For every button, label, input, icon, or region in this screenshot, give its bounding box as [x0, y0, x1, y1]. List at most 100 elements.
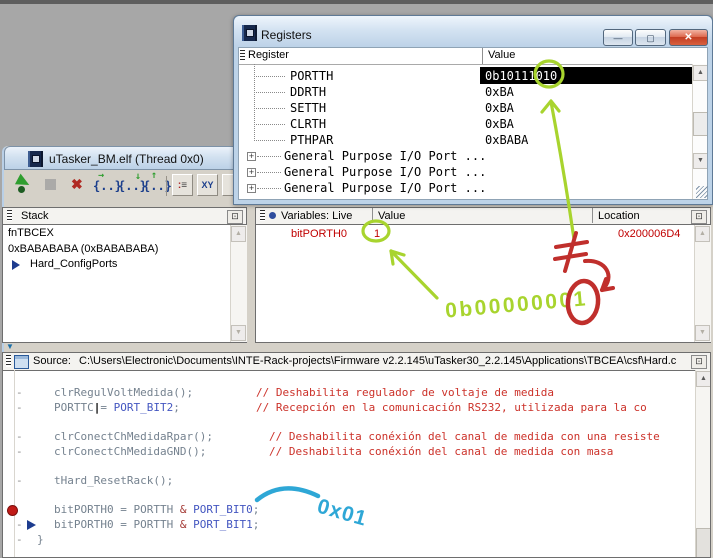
restore-button[interactable]: ▢	[635, 29, 666, 46]
column-divider[interactable]	[372, 208, 373, 223]
code-line-current[interactable]: bitPORTH0 = PORTTH & PORT_BIT1;	[54, 518, 259, 531]
expand-icon[interactable]: +	[247, 184, 256, 193]
step-out-arrow: ↑	[151, 170, 158, 181]
registers-header-grip-icon[interactable]	[240, 50, 245, 62]
tree-line	[254, 124, 285, 125]
resize-grip-icon[interactable]	[696, 186, 708, 198]
registers-column-header[interactable]: Register Value	[239, 48, 707, 65]
go-icon-bug	[18, 186, 25, 193]
location-column-header[interactable]: Location	[598, 210, 640, 222]
scroll-up-icon[interactable]: ▲	[693, 65, 707, 81]
code-text: clrConectChMedidaGND();	[54, 445, 207, 458]
scroll-down-icon[interactable]: ▼	[231, 325, 246, 341]
scrollbar-thumb[interactable]	[693, 112, 707, 136]
register-value[interactable]: 0xBABA	[485, 133, 528, 147]
register-name[interactable]: SETTH	[290, 101, 326, 115]
xy-view-button[interactable]: XY	[197, 174, 218, 196]
selected-register-value[interactable]: 0b10111010	[480, 67, 696, 84]
fold-marker[interactable]: -	[16, 430, 23, 443]
register-group-name[interactable]: General Purpose I/O Port ...	[284, 165, 486, 179]
fold-marker[interactable]: -	[16, 386, 23, 399]
value-column-header[interactable]: Value	[378, 210, 405, 222]
stack-panel-header[interactable]: Stack ⊡	[3, 208, 246, 225]
register-name[interactable]: CLRTH	[290, 117, 326, 131]
source-file-path: C:\Users\Electronic\Documents\INTE-Rack-…	[79, 355, 677, 367]
variables-grip-icon[interactable]	[260, 210, 265, 221]
register-group-name[interactable]: General Purpose I/O Port ...	[284, 181, 486, 195]
debugger-titlebar[interactable]: uTasker_BM.elf (Thread 0x0)	[4, 146, 235, 170]
tree-line	[254, 92, 285, 93]
code-comment: // Deshabilita conéxión del canal de med…	[269, 430, 660, 443]
stack-frame[interactable]: 0xBABABABA (0xBABABABA)	[8, 243, 158, 255]
step-into-arrow: ↓	[135, 171, 142, 182]
scroll-up-icon[interactable]: ▲	[695, 226, 710, 242]
fold-marker[interactable]: -	[16, 518, 23, 531]
close-button[interactable]: ✕	[669, 29, 708, 46]
code-line[interactable]: PORTTC|= PORT_BIT2;	[54, 401, 180, 414]
source-label: Source:	[33, 355, 71, 367]
tree-line	[254, 140, 285, 141]
fold-marker[interactable]: -	[16, 445, 23, 458]
variables-scrollbar[interactable]: ▲ ▼	[694, 225, 711, 342]
tree-line	[257, 188, 281, 189]
scroll-down-icon[interactable]: ▼	[693, 153, 707, 169]
stack-frame-current[interactable]: Hard_ConfigPorts	[30, 258, 117, 270]
scroll-up-icon[interactable]: ▲	[696, 371, 710, 387]
code-line[interactable]: }	[37, 533, 44, 546]
source-scrollbar[interactable]: ▲	[695, 370, 710, 557]
variable-name[interactable]: bitPORTH0	[291, 228, 347, 240]
column-divider[interactable]	[592, 208, 593, 223]
register-group-name[interactable]: General Purpose I/O Port ...	[284, 149, 486, 163]
stack-scrollbar[interactable]: ▲ ▼	[230, 225, 247, 342]
expand-icon[interactable]: +	[247, 168, 256, 177]
stack-grip-icon[interactable]	[7, 210, 12, 221]
abort-icon[interactable]: ✖	[71, 176, 83, 193]
register-name[interactable]: PTHPAR	[290, 133, 333, 147]
registers-scrollbar[interactable]: ▲ ▼	[692, 64, 707, 199]
code-text: tHard_ResetRack();	[54, 474, 174, 487]
code-line-breakpoint[interactable]: bitPORTH0 = PORTTH & PORT_BIT0;	[54, 503, 259, 516]
register-column-label[interactable]: Register	[248, 49, 289, 61]
source-panel: Source: C:\Users\Electronic\Documents\IN…	[2, 352, 711, 558]
register-view-button[interactable]: :≡	[172, 174, 193, 196]
value-column-label[interactable]: Value	[488, 49, 515, 61]
scrollbar-thumb[interactable]	[696, 528, 710, 557]
step-out-icon[interactable]: {..} ↑	[143, 170, 172, 193]
code-comment: // Deshabilita conéxión del canal de med…	[269, 445, 614, 458]
register-value[interactable]: 0xBA	[485, 85, 514, 99]
register-value[interactable]: 0xBA	[485, 101, 514, 115]
code-text: bitPORTH0 = PORTTH	[54, 503, 180, 516]
variables-float-button[interactable]: ⊡	[691, 210, 707, 224]
code-text: ;	[173, 401, 180, 414]
variable-location[interactable]: 0x200006D4	[618, 228, 680, 240]
variables-panel-header[interactable]: Variables: Live Value Location ⊡	[256, 208, 710, 225]
source-float-button[interactable]: ⊡	[691, 355, 707, 369]
minimize-button[interactable]: —	[603, 29, 633, 46]
scroll-down-icon[interactable]: ▼	[695, 325, 710, 341]
stack-panel: Stack ⊡ fnTBCEX 0xBABABABA (0xBABABABA) …	[2, 207, 247, 343]
register-value[interactable]: 0xBA	[485, 117, 514, 131]
code-line[interactable]: clrConectChMedidaGND();	[54, 445, 206, 458]
top-strip	[0, 0, 713, 4]
fold-marker[interactable]: -	[16, 533, 23, 546]
source-grip-icon[interactable]	[6, 355, 11, 367]
stack-float-button[interactable]: ⊡	[227, 210, 243, 224]
variable-value[interactable]: 1	[374, 228, 380, 240]
stop-icon[interactable]	[45, 179, 56, 190]
registers-window: Registers — ▢ ✕ Register Value 0b1011101…	[233, 15, 713, 205]
stack-frame[interactable]: fnTBCEX	[8, 227, 54, 239]
column-divider[interactable]	[482, 48, 483, 64]
expand-icon[interactable]: +	[247, 152, 256, 161]
tree-line	[257, 172, 281, 173]
code-line[interactable]: tHard_ResetRack();	[54, 474, 173, 487]
source-panel-header[interactable]: Source: C:\Users\Electronic\Documents\IN…	[3, 353, 710, 371]
code-line[interactable]: clrRegulVoltMedida();	[54, 386, 193, 399]
breakpoint-icon[interactable]	[7, 505, 18, 516]
scroll-up-icon[interactable]: ▲	[231, 226, 246, 242]
register-name[interactable]: PORTTH	[290, 69, 333, 83]
fold-marker[interactable]: -	[16, 474, 23, 487]
fold-marker[interactable]: -	[16, 401, 23, 414]
code-line[interactable]: clrConectChMedidaRpar();	[54, 430, 213, 443]
register-name[interactable]: DDRTH	[290, 85, 326, 99]
registers-titlebar[interactable]: Registers — ▢ ✕	[234, 16, 712, 46]
